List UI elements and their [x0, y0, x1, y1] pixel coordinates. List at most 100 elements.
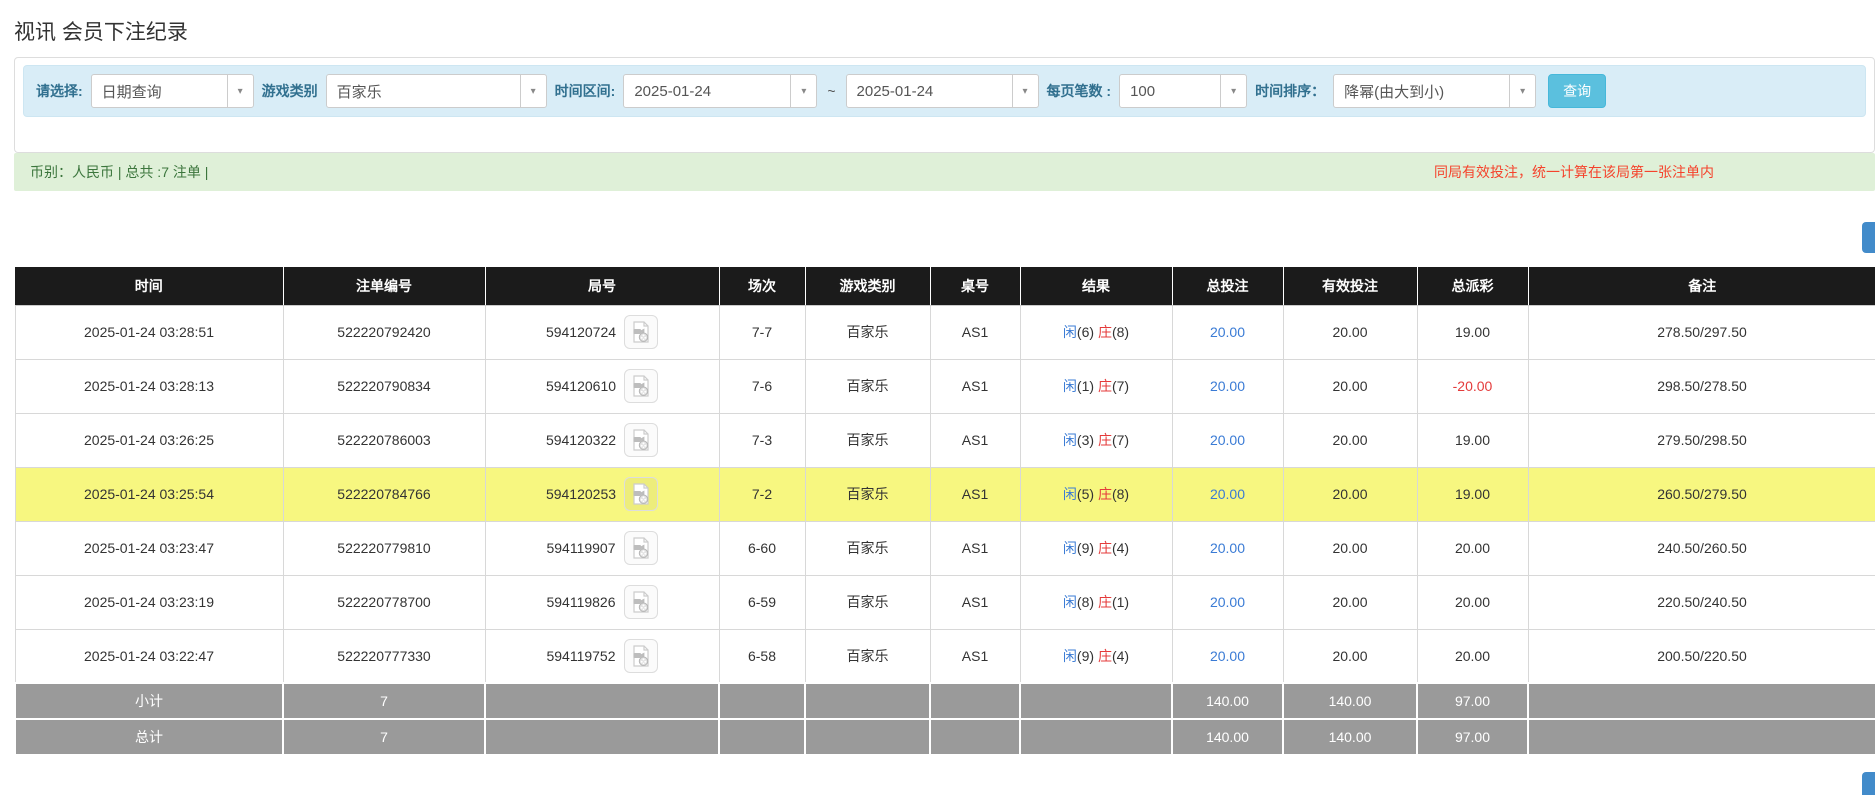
sort-order-select[interactable]: 降幂(由大到小) ▾ — [1333, 74, 1537, 108]
date-to-select[interactable]: 2025-01-24 ▾ — [845, 74, 1039, 108]
per-page-select[interactable]: 100 ▾ — [1119, 74, 1248, 108]
game-type-select[interactable]: 百家乐 ▾ — [325, 74, 547, 108]
summary-empty-cell — [804, 718, 931, 756]
betting-records-table: 时间 注单编号 局号 场次 游戏类别 桌号 结果 总投注 有效投注 总派彩 备注… — [14, 267, 1875, 756]
cell-table-no: AS1 — [929, 358, 1021, 414]
sort-order-label: 时间排序： — [1255, 83, 1326, 99]
cell-time: 2025-01-24 03:23:19 — [14, 574, 284, 630]
cell-session: 6-58 — [718, 628, 806, 684]
video-replay-icon — [633, 429, 649, 451]
page-title: 视讯 会员下注纪录 — [14, 21, 188, 44]
cell-round-id: 594120610 — [484, 358, 720, 414]
summary-empty-cell — [1019, 682, 1173, 720]
video-replay-icon — [633, 321, 649, 343]
summary-count: 7 — [282, 718, 486, 756]
cell-payout: 19.00 — [1416, 304, 1529, 360]
video-replay-icon — [633, 483, 649, 505]
table-row: 2025-01-24 03:23:47 522220779810 5941199… — [14, 520, 1875, 576]
cell-total-bet: 20.00 — [1171, 628, 1284, 684]
query-type-select[interactable]: 日期查询 ▾ — [90, 74, 254, 108]
round-id-value: 594120610 — [545, 378, 617, 394]
cell-result: 闲(9) 庄(4) — [1019, 628, 1173, 684]
result-player-score: (9) — [1076, 540, 1095, 556]
cell-game-type: 百家乐 — [804, 574, 931, 630]
video-replay-button[interactable] — [623, 585, 658, 619]
cell-valid-bet: 20.00 — [1282, 628, 1418, 684]
filter-bar: 请选择: 日期查询 ▾ 游戏类别 百家乐 ▾ 时间区间: 2025-01-24 … — [23, 65, 1866, 117]
cell-note: 278.50/297.50 — [1527, 304, 1875, 360]
cell-bet-id: 522220777330 — [282, 628, 486, 684]
caret-down-icon: ▾ — [1220, 75, 1246, 107]
cell-game-type: 百家乐 — [804, 520, 931, 576]
table-row: 2025-01-24 03:25:54 522220784766 5941202… — [14, 466, 1875, 522]
total-bet-link[interactable]: 20.00 — [1210, 432, 1245, 448]
sort-order-value: 降幂(由大到小) — [1344, 83, 1445, 101]
cell-note: 200.50/220.50 — [1527, 628, 1875, 684]
caret-down-icon: ▾ — [790, 75, 816, 107]
summary-empty-cell — [718, 682, 806, 720]
cell-valid-bet: 20.00 — [1282, 358, 1418, 414]
cell-valid-bet: 20.00 — [1282, 412, 1418, 468]
result-player-score: (8) — [1076, 594, 1095, 610]
result-banker-label: 庄 — [1097, 432, 1112, 448]
cell-result: 闲(6) 庄(8) — [1019, 304, 1173, 360]
caret-down-icon: ▾ — [1509, 75, 1535, 107]
query-type-label: 请选择: — [36, 83, 83, 99]
time-range-label: 时间区间: — [554, 83, 616, 99]
video-replay-button[interactable] — [624, 315, 659, 349]
total-bet-link[interactable]: 20.00 — [1210, 648, 1245, 664]
cell-total-bet: 20.00 — [1171, 304, 1284, 360]
cell-table-no: AS1 — [929, 466, 1021, 522]
caret-down-icon: ▾ — [1011, 75, 1038, 107]
cell-bet-id: 522220784766 — [282, 466, 486, 522]
cell-game-type: 百家乐 — [804, 412, 931, 468]
cell-payout: 20.00 — [1416, 574, 1529, 630]
column-header-bet-id: 注单编号 — [283, 267, 486, 306]
video-replay-button[interactable] — [623, 531, 658, 565]
video-replay-icon — [632, 591, 649, 613]
column-header-table-no: 桌号 — [930, 267, 1021, 306]
cell-note: 298.50/278.50 — [1527, 358, 1875, 414]
result-banker-score: (7) — [1111, 378, 1130, 394]
cell-bet-id: 522220779810 — [282, 520, 486, 576]
filter-panel: 请选择: 日期查询 ▾ 游戏类别 百家乐 ▾ 时间区间: 2025-01-24 … — [14, 57, 1875, 153]
video-replay-button[interactable] — [624, 369, 659, 403]
cell-session: 6-59 — [718, 574, 806, 630]
summary-count: 7 — [282, 682, 486, 720]
round-id-value: 594119826 — [546, 594, 616, 610]
total-bet-link[interactable]: 20.00 — [1210, 594, 1245, 610]
summary-empty-cell — [718, 718, 806, 756]
video-replay-button[interactable] — [624, 477, 659, 511]
result-banker-label: 庄 — [1097, 378, 1112, 394]
cell-table-no: AS1 — [929, 628, 1021, 684]
total-bet-link[interactable]: 20.00 — [1210, 486, 1245, 502]
video-replay-button[interactable] — [623, 638, 658, 673]
partial-edge-button-bottom[interactable] — [1862, 772, 1875, 795]
cell-round-id: 594119752 — [484, 628, 720, 684]
total-bet-link[interactable]: 20.00 — [1210, 378, 1245, 394]
cell-time: 2025-01-24 03:23:47 — [14, 520, 284, 576]
result-player-label: 闲 — [1062, 540, 1077, 556]
video-replay-button[interactable] — [624, 423, 659, 457]
column-header-round-id: 局号 — [485, 267, 720, 306]
total-bet-link[interactable]: 20.00 — [1210, 540, 1245, 556]
cell-round-id: 594119907 — [484, 520, 720, 576]
round-id-value: 594120253 — [545, 486, 617, 502]
date-from-select[interactable]: 2025-01-24 ▾ — [623, 74, 818, 108]
total-bet-link[interactable]: 20.00 — [1210, 324, 1245, 340]
cell-round-id: 594120322 — [484, 412, 720, 468]
cell-session: 7-7 — [718, 304, 806, 360]
table-row: 2025-01-24 03:26:25 522220786003 5941203… — [14, 412, 1875, 468]
result-player-label: 闲 — [1062, 647, 1077, 664]
caret-down-icon: ▾ — [226, 75, 253, 107]
per-page-label: 每页笔数 : — [1046, 83, 1112, 99]
game-type-value: 百家乐 — [336, 83, 382, 101]
cell-payout: 20.00 — [1416, 628, 1529, 684]
cell-table-no: AS1 — [929, 412, 1021, 468]
table-row: 2025-01-24 03:22:47 522220777330 5941197… — [14, 628, 1875, 684]
result-player-label: 闲 — [1062, 324, 1077, 340]
table-footer: 小计 7 140.00 140.00 97.00 总计 7 140.00 140… — [14, 682, 1875, 756]
search-button[interactable]: 查询 — [1548, 74, 1607, 108]
summary-bar: 币别：人民币 | 总共 :7 注单 | 同局有效投注，统一计算在该局第一张注单内 — [14, 153, 1875, 191]
partial-edge-button-top[interactable] — [1862, 222, 1875, 253]
